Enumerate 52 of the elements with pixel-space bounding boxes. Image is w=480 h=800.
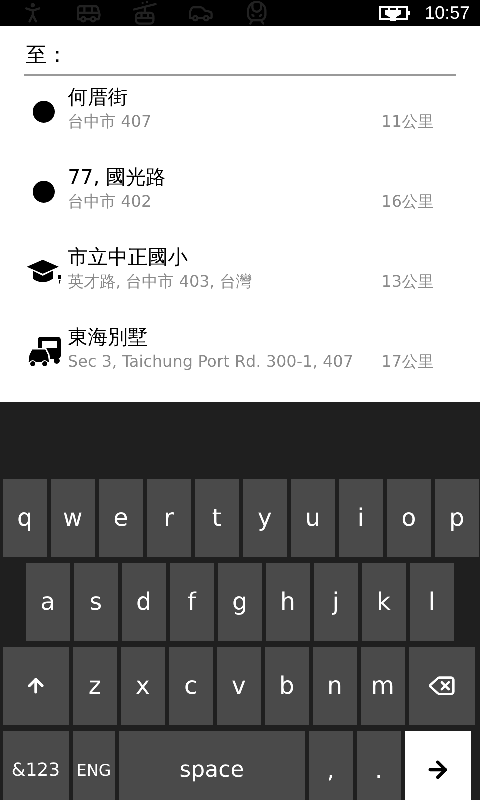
letter-key[interactable]: h [266, 563, 310, 641]
symbols-key[interactable]: &123 [3, 731, 69, 800]
place-name[interactable]: 何厝街 [68, 84, 434, 110]
place-distance: 16公里 [382, 191, 434, 213]
backspace-key[interactable] [409, 647, 475, 725]
letter-key[interactable]: t [195, 479, 239, 557]
letter-key[interactable]: , [309, 731, 353, 800]
place-address: Sec 3, Taichung Port Rd. 300-1, 407 [68, 351, 354, 373]
space-key[interactable]: space [119, 731, 305, 800]
letter-key[interactable]: k [362, 563, 406, 641]
letter-key[interactable]: y [243, 479, 287, 557]
place-address: 台中市 402 [68, 191, 152, 213]
letter-key[interactable]: r [147, 479, 191, 557]
place-name[interactable]: 77, 國光路 [68, 164, 434, 190]
letter-key[interactable]: l [410, 563, 454, 641]
letter-key[interactable]: z [73, 647, 117, 725]
letter-key[interactable]: b [265, 647, 309, 725]
place-distance: 11公里 [382, 111, 434, 133]
place-distance: 13公里 [382, 271, 434, 293]
clock-time: 10:57 [424, 2, 470, 24]
letter-key[interactable]: c [169, 647, 213, 725]
dot-icon [33, 101, 55, 123]
letter-key[interactable]: w [51, 479, 95, 557]
letter-key[interactable]: x [121, 647, 165, 725]
letter-key[interactable]: n [313, 647, 357, 725]
letter-key[interactable]: f [170, 563, 214, 641]
letter-key[interactable]: a [26, 563, 70, 641]
letter-key[interactable]: v [217, 647, 261, 725]
letter-key[interactable]: e [99, 479, 143, 557]
enter-key[interactable] [405, 731, 471, 800]
letter-key[interactable]: . [357, 731, 401, 800]
place-distance: 17公里 [382, 351, 434, 373]
language-key[interactable]: ENG [73, 731, 115, 800]
graduation-cap-icon [25, 257, 63, 287]
letter-key[interactable]: q [3, 479, 47, 557]
place-address: 英才路, 台中市 403, 台灣 [68, 271, 252, 293]
cable-car-icon [132, 0, 158, 26]
letter-key[interactable]: p [435, 479, 479, 557]
place-name[interactable]: 東海別墅 [68, 324, 434, 350]
letter-key[interactable]: i [339, 479, 383, 557]
letter-key[interactable]: s [74, 563, 118, 641]
letter-key[interactable]: j [314, 563, 358, 641]
letter-key[interactable]: d [122, 563, 166, 641]
letter-key[interactable]: u [291, 479, 335, 557]
vehicles-icon [26, 335, 62, 369]
destination-field[interactable]: 至： [24, 36, 456, 76]
letter-key[interactable]: o [387, 479, 431, 557]
letter-key[interactable]: m [361, 647, 405, 725]
place-name[interactable]: 市立中正國小 [68, 244, 434, 270]
dot-icon [33, 181, 55, 203]
letter-key[interactable]: g [218, 563, 262, 641]
place-address: 台中市 407 [68, 111, 152, 133]
